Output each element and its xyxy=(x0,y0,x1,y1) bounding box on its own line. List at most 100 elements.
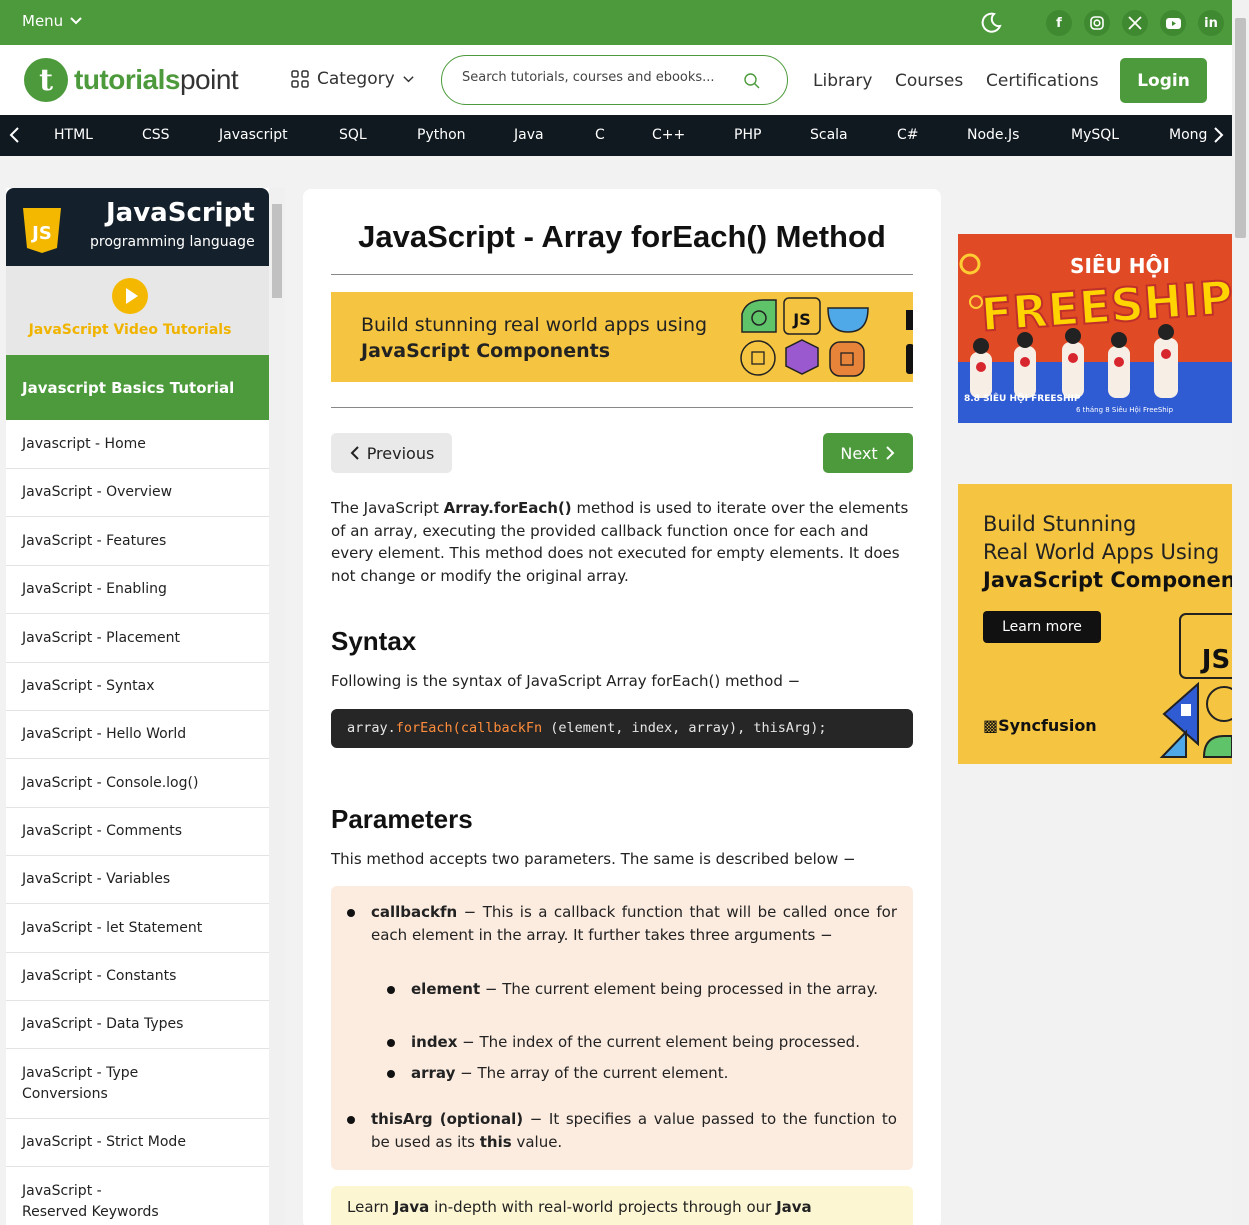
article-content: JavaScript - Array forEach() Method Buil… xyxy=(303,189,941,1225)
sidebar-item[interactable]: JavaScript - Comments xyxy=(6,808,269,856)
sidebar-header: JS JavaScript programming language xyxy=(6,188,269,266)
lang-link-css[interactable]: CSS xyxy=(142,127,170,143)
sidebar-item[interactable]: JavaScript - Data Types xyxy=(6,1001,269,1049)
sidebar-scrollbar[interactable] xyxy=(269,188,285,1225)
chevron-left-icon xyxy=(350,446,359,460)
syncfusion-logo: ▩Syncfusion xyxy=(983,716,1097,735)
param-thisarg: thisArg (optional) − It specifies a valu… xyxy=(371,1110,897,1151)
sidebar-item[interactable]: JavaScript - Enabling xyxy=(6,566,269,614)
sidebar-item[interactable]: JavaScript - Placement xyxy=(6,614,269,663)
dark-mode-moon-icon[interactable] xyxy=(980,11,1002,33)
chevron-left-icon[interactable] xyxy=(7,125,23,145)
sidebar-item[interactable]: JavaScript - Variables xyxy=(6,856,269,904)
divider xyxy=(331,407,913,408)
nav-certifications[interactable]: Certifications xyxy=(986,71,1099,91)
linkedin-icon[interactable]: in xyxy=(1198,10,1224,36)
ad-shapes-graphic: JS xyxy=(1159,613,1232,758)
menu-label: Menu xyxy=(22,12,64,30)
search-input[interactable] xyxy=(462,70,732,85)
page-scrollbar-thumb[interactable] xyxy=(1235,18,1246,238)
lang-link-scala[interactable]: Scala xyxy=(810,127,848,143)
category-label: Category xyxy=(317,69,395,89)
sidebar-item[interactable]: JavaScript - Overview xyxy=(6,469,269,517)
component-icons-graphic: JS xyxy=(740,297,913,377)
chevron-right-icon[interactable] xyxy=(1210,125,1226,145)
lang-link-c[interactable]: C xyxy=(595,127,605,143)
sidebar-item[interactable]: JavaScript - Console.log() xyxy=(6,759,269,808)
sidebar-item[interactable]: JavaScript - Type Conversions xyxy=(6,1049,269,1119)
previous-button[interactable]: Previous xyxy=(331,433,452,473)
subparam-array: array − The array of the current element… xyxy=(411,1064,729,1082)
learn-more-button[interactable]: Learn more xyxy=(983,611,1101,643)
sidebar-title: JavaScript xyxy=(106,198,255,228)
sidebar-item[interactable]: JavaScript - Hello World xyxy=(6,711,269,759)
freeship-ad[interactable]: SIÊU HỘI FREESHIP 8.8 SIÊU HỘI FREESHIP … xyxy=(958,234,1232,423)
parameters-text: This method accepts two parameters. The … xyxy=(331,850,856,868)
parameters-box: callbackfn − This is a callback function… xyxy=(331,886,913,1170)
youtube-icon[interactable] xyxy=(1160,10,1186,36)
logo-text: tutorialspoint xyxy=(74,64,239,95)
lang-link-mongodb[interactable]: Mong xyxy=(1169,127,1207,143)
sidebar-item[interactable]: JavaScript - Constants xyxy=(6,953,269,1001)
sidebar-subtitle: programming language xyxy=(90,234,255,250)
logo-mark-icon: t xyxy=(24,58,68,102)
lang-link-nodejs[interactable]: Node.Js xyxy=(967,127,1019,143)
video-tutorials-link[interactable]: JavaScript Video Tutorials xyxy=(6,266,269,355)
sidebar-item[interactable]: JavaScript - let Statement xyxy=(6,904,269,953)
lang-link-sql[interactable]: SQL xyxy=(339,127,367,143)
bullet xyxy=(347,909,355,917)
tutorialspoint-logo[interactable]: t tutorialspoint xyxy=(24,58,239,102)
subparam-element: element − The current element being proc… xyxy=(411,980,879,998)
video-tutorials-label: JavaScript Video Tutorials xyxy=(28,322,232,338)
java-course-callout[interactable]: Learn Java in-depth with real-world proj… xyxy=(331,1186,913,1225)
lang-link-javascript[interactable]: Javascript xyxy=(219,127,288,143)
freeship-ad-graphic: SIÊU HỘI FREESHIP 8.8 SIÊU HỘI FREESHIP … xyxy=(958,234,1232,423)
page-title: JavaScript - Array forEach() Method xyxy=(358,219,886,254)
callout-text: Learn Java in-depth with real-world proj… xyxy=(347,1198,812,1216)
syncfusion-mark-icon: ▩ xyxy=(983,716,999,735)
lang-link-python[interactable]: Python xyxy=(417,127,466,143)
nav-library[interactable]: Library xyxy=(813,71,872,91)
login-button[interactable]: Login xyxy=(1120,58,1207,103)
page-scrollbar[interactable] xyxy=(1232,0,1249,1225)
tutorial-sidebar: JS JavaScript programming language JavaS… xyxy=(6,188,269,1225)
instagram-icon[interactable] xyxy=(1084,10,1110,36)
lang-link-csharp[interactable]: C# xyxy=(897,127,919,143)
search-icon[interactable] xyxy=(743,72,761,90)
svg-text:JS: JS xyxy=(1200,645,1230,675)
ad-line-1: Build Stunning xyxy=(983,512,1137,536)
lang-link-cpp[interactable]: C++ xyxy=(652,127,685,143)
sidebar-item[interactable]: JavaScript - Reserved Keywords xyxy=(6,1167,269,1225)
js-components-banner-ad[interactable]: Build stunning real world apps using Jav… xyxy=(331,292,913,382)
chevron-down-icon xyxy=(402,75,414,82)
next-button[interactable]: Next xyxy=(823,433,913,473)
language-nav-bar: HTML CSS Javascript SQL Python Java C C+… xyxy=(0,115,1232,156)
svg-text:JS: JS xyxy=(792,310,810,329)
bullet xyxy=(387,986,395,994)
lang-link-php[interactable]: PHP xyxy=(734,127,761,143)
nav-courses[interactable]: Courses xyxy=(895,71,963,91)
lang-link-html[interactable]: HTML xyxy=(54,127,93,143)
sidebar-item[interactable]: JavaScript - Features xyxy=(6,517,269,566)
bullet xyxy=(387,1070,395,1078)
ad-line-2: Real World Apps Using xyxy=(983,540,1220,564)
category-dropdown[interactable]: Category xyxy=(290,69,415,89)
lang-link-java[interactable]: Java xyxy=(514,127,544,143)
lang-link-mysql[interactable]: MySQL xyxy=(1071,127,1119,143)
intro-paragraph: The JavaScript Array.forEach() method is… xyxy=(331,499,909,586)
previous-label: Previous xyxy=(366,443,435,463)
chevron-right-icon xyxy=(885,446,895,460)
menu-button[interactable]: Menu xyxy=(22,12,83,30)
svg-text:JS: JS xyxy=(30,223,52,244)
sidebar-item[interactable]: JavaScript - Syntax xyxy=(6,663,269,711)
bullet xyxy=(347,1116,355,1124)
sidebar-scrollbar-thumb[interactable] xyxy=(272,204,282,298)
syntax-heading: Syntax xyxy=(331,626,417,656)
x-icon[interactable] xyxy=(1122,10,1148,36)
facebook-icon[interactable]: f xyxy=(1046,10,1072,36)
sidebar-item[interactable]: JavaScript - Strict Mode xyxy=(6,1119,269,1167)
js-shield-icon: JS xyxy=(23,208,61,253)
sidebar-item[interactable]: Javascript - Home xyxy=(6,420,269,469)
syncfusion-ad[interactable]: Build Stunning Real World Apps Using Jav… xyxy=(958,484,1232,764)
top-bar: Menu f in xyxy=(0,0,1232,45)
